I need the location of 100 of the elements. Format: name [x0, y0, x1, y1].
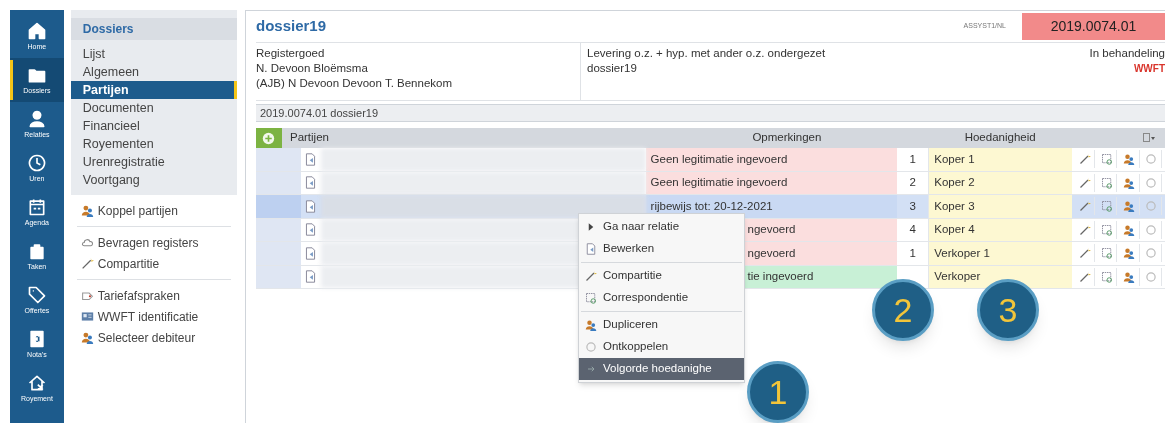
- document-icon: [304, 199, 318, 213]
- people-icon: [1123, 247, 1136, 260]
- tag-icon: [80, 289, 94, 302]
- people-icon: [1123, 200, 1136, 213]
- remark-cell: Geen legitimatie ingevoerd: [645, 171, 898, 194]
- status-text: In behandeling: [1089, 46, 1165, 61]
- clock-icon: [26, 153, 47, 173]
- dossier-title: dossier19: [256, 16, 328, 37]
- people-icon: [80, 331, 94, 344]
- dossier-number: 2019.0074.01: [1022, 13, 1165, 40]
- row-number: 1: [909, 151, 916, 167]
- document-icon: [1100, 270, 1113, 283]
- panel-item[interactable]: Documenten: [70, 99, 237, 117]
- column-header: Hoedanigheid: [963, 130, 1037, 146]
- plus-icon: [262, 131, 276, 145]
- panel-item[interactable]: Royementen: [70, 135, 237, 153]
- info-text: Levering o.z. + hyp. met ander o.z. ondergezet: [587, 46, 827, 61]
- action-link[interactable]: Selecteer debiteur: [76, 327, 231, 348]
- role-cell: Verkoper 1: [928, 242, 1073, 265]
- panel-item[interactable]: Voortgang: [70, 171, 237, 189]
- dropdown-icon[interactable]: [1143, 133, 1155, 143]
- redacted-cell: [256, 171, 301, 194]
- people-icon: [585, 319, 597, 331]
- role-cell: Koper 4: [928, 218, 1073, 241]
- action-link[interactable]: Bevragen registers: [76, 232, 231, 253]
- document-icon: [304, 223, 318, 237]
- row-number: 1: [909, 245, 916, 261]
- document-icon: [1100, 153, 1113, 166]
- breadcrumb-bar: 2019.0074.01 dossier19: [256, 104, 1165, 122]
- table-row[interactable]: Geen legitimatie ingevoerd 2 Koper 2: [256, 171, 1165, 195]
- people-icon: [1123, 153, 1136, 166]
- circle-icon: [1145, 176, 1158, 189]
- redacted-cell: [256, 195, 301, 218]
- row-number: 3: [909, 198, 916, 214]
- callout-badge: 2: [872, 279, 934, 341]
- document-icon: [304, 246, 318, 260]
- people-icon: [80, 204, 94, 217]
- wand-icon: [1078, 270, 1091, 283]
- row-number: 2: [909, 175, 916, 191]
- info-text: Registergoed: [256, 46, 326, 61]
- wand-icon: [585, 270, 597, 282]
- document-icon: [1100, 247, 1113, 260]
- circle-icon: [1145, 200, 1158, 213]
- tag-icon: [26, 285, 47, 305]
- wand-icon: [1078, 247, 1091, 260]
- info-text: dossier19: [587, 61, 638, 76]
- menu-item[interactable]: Dupliceren: [579, 314, 744, 336]
- role-cell: Koper 1: [928, 148, 1073, 171]
- remark-cell: Geen legitimatie ingevoerd: [645, 148, 898, 171]
- wand-icon: [1078, 176, 1091, 189]
- role-cell: Koper 3: [928, 195, 1073, 218]
- action-link[interactable]: Compartitie: [76, 253, 231, 274]
- panel-item[interactable]: Partijen: [70, 81, 237, 99]
- wand-icon: [1078, 153, 1091, 166]
- action-link[interactable]: WWFT identificatie: [76, 306, 231, 327]
- panel-item[interactable]: Lijst: [70, 45, 237, 63]
- panel-item[interactable]: Algemeen: [70, 63, 237, 81]
- menu-item[interactable]: Ontkoppelen: [579, 336, 744, 358]
- add-button[interactable]: [256, 128, 282, 148]
- document-icon: [1100, 200, 1113, 213]
- callout-badge: 3: [977, 279, 1039, 341]
- info-text: N. Devoon Bloëmsma: [256, 61, 369, 76]
- document-icon: [304, 152, 318, 166]
- document-icon: [585, 292, 597, 304]
- menu-item[interactable]: Correspondentie: [579, 287, 744, 309]
- wand-icon: [80, 257, 94, 270]
- column-header: Partijen: [288, 130, 330, 146]
- document-icon: [304, 270, 318, 284]
- wand-icon: [1078, 200, 1091, 213]
- document-icon: [1100, 176, 1113, 189]
- people-icon: [1123, 176, 1136, 189]
- circle-icon: [1145, 247, 1158, 260]
- table-row[interactable]: rijbewijs tot: 20-12-2021 3 Koper 3: [256, 195, 1165, 219]
- column-header: Opmerkingen: [751, 130, 823, 146]
- info-text: (AJB) N Devoon Devoon T. Bennekom: [256, 76, 454, 91]
- callout-badge: 1: [747, 361, 809, 423]
- house-icon: [26, 373, 47, 393]
- person-icon: [26, 109, 47, 129]
- panel-title: Dossiers: [70, 18, 237, 40]
- people-icon: [1123, 223, 1136, 236]
- menu-item[interactable]: Volgorde hoedanighe: [579, 358, 744, 380]
- table-row[interactable]: Geen legitimatie ingevoerd 1 Koper 1: [256, 148, 1165, 172]
- home-icon: [26, 21, 47, 41]
- circle-icon: [1145, 270, 1158, 283]
- circle-icon: [1145, 223, 1158, 236]
- action-link[interactable]: Tariefafspraken: [76, 285, 231, 306]
- flag-label: WWFT: [1133, 62, 1165, 76]
- id-card-icon: [80, 310, 94, 323]
- panel-item[interactable]: Urenregistratie: [70, 153, 237, 171]
- role-cell: Koper 2: [928, 171, 1073, 194]
- document-icon: [1100, 223, 1113, 236]
- cloud-icon: [80, 236, 94, 249]
- document-icon: [585, 243, 597, 255]
- row-number: 4: [909, 222, 916, 238]
- panel-item[interactable]: Financieel: [70, 117, 237, 135]
- circle-icon: [585, 341, 597, 353]
- remark-cell: rijbewijs tot: 20-12-2021: [645, 195, 898, 218]
- action-link[interactable]: Koppel partijen: [76, 200, 231, 221]
- wand-icon: [1078, 223, 1091, 236]
- document-icon: [304, 176, 318, 190]
